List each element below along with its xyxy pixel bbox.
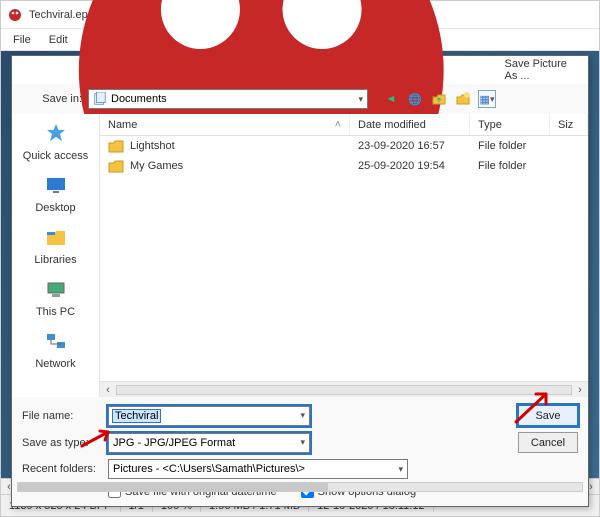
documents-icon: [93, 92, 107, 106]
chevron-down-icon: ▾: [398, 464, 403, 475]
desktop-icon: [40, 172, 72, 200]
savetype-combo[interactable]: JPG - JPG/JPEG Format ▾: [108, 433, 310, 453]
star-icon: [40, 120, 72, 148]
place-desktop[interactable]: Desktop: [18, 172, 94, 214]
list-item[interactable]: My Games 25-09-2020 19:54 File folder: [100, 156, 588, 176]
main-window: Techviral.eps - IrfanView File Edit Imag…: [0, 0, 600, 517]
column-name[interactable]: Name˄: [100, 114, 350, 135]
scroll-thumb[interactable]: [18, 483, 328, 491]
save-button[interactable]: Save: [518, 405, 578, 426]
sort-indicator-icon: ˄: [335, 119, 341, 131]
place-label: This PC: [36, 306, 75, 318]
recent-icon[interactable]: 🌐: [406, 90, 424, 108]
save-as-dialog: Save Picture As ... Save in: Documents ▾…: [11, 55, 589, 507]
recent-value: Pictures - <C:\Users\Samath\Pictures\>: [113, 463, 305, 475]
scroll-track[interactable]: [17, 482, 583, 492]
cancel-button[interactable]: Cancel: [518, 432, 578, 453]
dialog-title: Save Picture As ...: [504, 58, 582, 82]
scroll-left-icon[interactable]: ‹: [100, 384, 116, 396]
pc-icon: [40, 276, 72, 304]
save-in-toolbar: ◄ 🌐 ▦▾: [382, 90, 496, 108]
place-label: Desktop: [35, 202, 75, 214]
place-libraries[interactable]: Libraries: [18, 224, 94, 266]
file-list-hscroll[interactable]: ‹ ›: [100, 381, 588, 397]
list-item[interactable]: Lightshot 23-09-2020 16:57 File folder: [100, 136, 588, 156]
filename-label: File name:: [22, 410, 100, 422]
back-icon[interactable]: ◄: [382, 90, 400, 108]
chevron-down-icon: ▾: [300, 437, 305, 448]
save-in-label: Save in:: [20, 93, 82, 105]
chevron-down-icon: ▾: [300, 410, 305, 421]
file-type: File folder: [470, 138, 550, 154]
dialog-body: Quick access Desktop Libraries This PC: [12, 114, 588, 397]
place-this-pc[interactable]: This PC: [18, 276, 94, 318]
libraries-icon: [40, 224, 72, 252]
file-list-header: Name˄ Date modified Type Siz: [100, 114, 588, 136]
folder-icon: [108, 139, 124, 153]
dialog-titlebar: Save Picture As ...: [12, 56, 588, 84]
save-in-row: Save in: Documents ▾ ◄ 🌐: [12, 84, 588, 114]
place-label: Libraries: [34, 254, 76, 266]
file-name: Lightshot: [130, 140, 175, 152]
view-menu-icon[interactable]: ▦▾: [478, 90, 496, 108]
place-quick-access[interactable]: Quick access: [18, 120, 94, 162]
folder-icon: [108, 159, 124, 173]
chevron-down-icon: ▾: [490, 94, 495, 105]
column-type[interactable]: Type: [470, 114, 550, 135]
scroll-right-icon[interactable]: ›: [572, 384, 588, 396]
recent-combo[interactable]: Pictures - <C:\Users\Samath\Pictures\> ▾: [108, 459, 408, 479]
save-in-value: Documents: [111, 93, 167, 105]
savetype-value: JPG - JPG/JPEG Format: [113, 437, 235, 449]
place-network[interactable]: Network: [18, 328, 94, 370]
file-name: My Games: [130, 160, 183, 172]
save-in-combo[interactable]: Documents ▾: [88, 89, 368, 109]
file-date: 23-09-2020 16:57: [350, 138, 470, 154]
client-area: Save Picture As ... Save in: Documents ▾…: [1, 51, 599, 478]
new-folder-icon[interactable]: [454, 90, 472, 108]
scroll-track[interactable]: [116, 385, 572, 395]
filename-value: Techviral: [113, 410, 160, 422]
network-icon: [40, 328, 72, 356]
up-one-level-icon[interactable]: [430, 90, 448, 108]
savetype-label: Save as type:: [22, 437, 100, 449]
file-list: Name˄ Date modified Type Siz Lightshot 2…: [100, 114, 588, 397]
file-date: 25-09-2020 19:54: [350, 158, 470, 174]
recent-label: Recent folders:: [22, 463, 100, 475]
file-type: File folder: [470, 158, 550, 174]
filename-input[interactable]: Techviral ▾: [108, 406, 310, 426]
places-bar: Quick access Desktop Libraries This PC: [12, 114, 100, 397]
place-label: Network: [35, 358, 75, 370]
column-date[interactable]: Date modified: [350, 114, 470, 135]
chevron-down-icon: ▾: [358, 94, 363, 105]
place-label: Quick access: [23, 150, 88, 162]
grid-icon: ▦: [480, 93, 490, 106]
column-size[interactable]: Siz: [550, 114, 588, 135]
